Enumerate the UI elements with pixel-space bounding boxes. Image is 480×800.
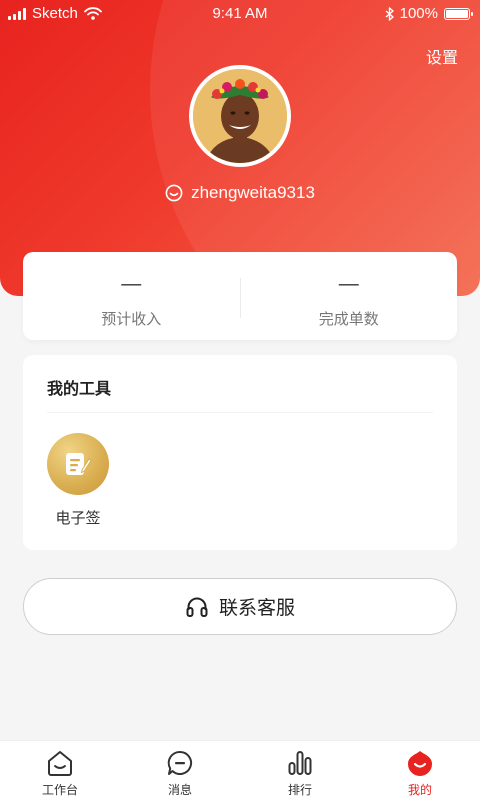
stats-card: — 预计收入 — 完成单数 [23, 252, 457, 340]
stat-value: — [121, 273, 142, 295]
tool-e-sign[interactable]: 电子签 [46, 433, 110, 528]
bottom-tabbar: 工作台 消息 排行 我的 [0, 740, 480, 800]
avatar[interactable] [189, 65, 291, 167]
battery-percent: 100% [399, 5, 438, 22]
tab-ranking[interactable]: 排行 [240, 741, 360, 800]
e-sign-icon [47, 433, 109, 495]
tools-card: 我的工具 电子签 [23, 355, 457, 550]
contact-service-label: 联系客服 [218, 598, 295, 619]
tab-mine[interactable]: 我的 [360, 741, 480, 800]
tool-label: 电子签 [55, 510, 101, 527]
message-icon [165, 748, 195, 778]
stat-estimated-income[interactable]: — 预计收入 [23, 252, 240, 340]
settings-link[interactable]: 设置 [426, 44, 458, 68]
home-icon [45, 748, 75, 778]
stat-label: 预计收入 [101, 311, 162, 328]
avatar-image [193, 69, 287, 163]
tab-label: 消息 [167, 783, 192, 797]
tab-workbench[interactable]: 工作台 [0, 741, 120, 800]
profile-icon [405, 748, 435, 778]
ranking-icon [285, 748, 315, 778]
stat-value: — [338, 273, 359, 295]
headset-icon [186, 597, 208, 617]
username: zhengweita9313 [191, 183, 315, 202]
stat-completed-orders[interactable]: — 完成单数 [241, 252, 458, 340]
tab-label: 工作台 [41, 783, 78, 797]
status-right: 100% [385, 5, 473, 22]
battery-icon [444, 7, 473, 20]
tools-title: 我的工具 [47, 381, 112, 398]
username-row: zhengweita9313 [0, 183, 480, 203]
tab-messages[interactable]: 消息 [120, 741, 240, 800]
bluetooth-icon [385, 6, 394, 21]
smile-icon [165, 184, 183, 202]
stat-label: 完成单数 [318, 311, 379, 328]
contact-service-button[interactable]: 联系客服 [23, 578, 457, 635]
status-bar: Sketch 9:41 AM 100% [0, 0, 480, 28]
divider [47, 412, 433, 413]
tab-label: 排行 [287, 783, 312, 797]
tab-label: 我的 [407, 783, 432, 797]
